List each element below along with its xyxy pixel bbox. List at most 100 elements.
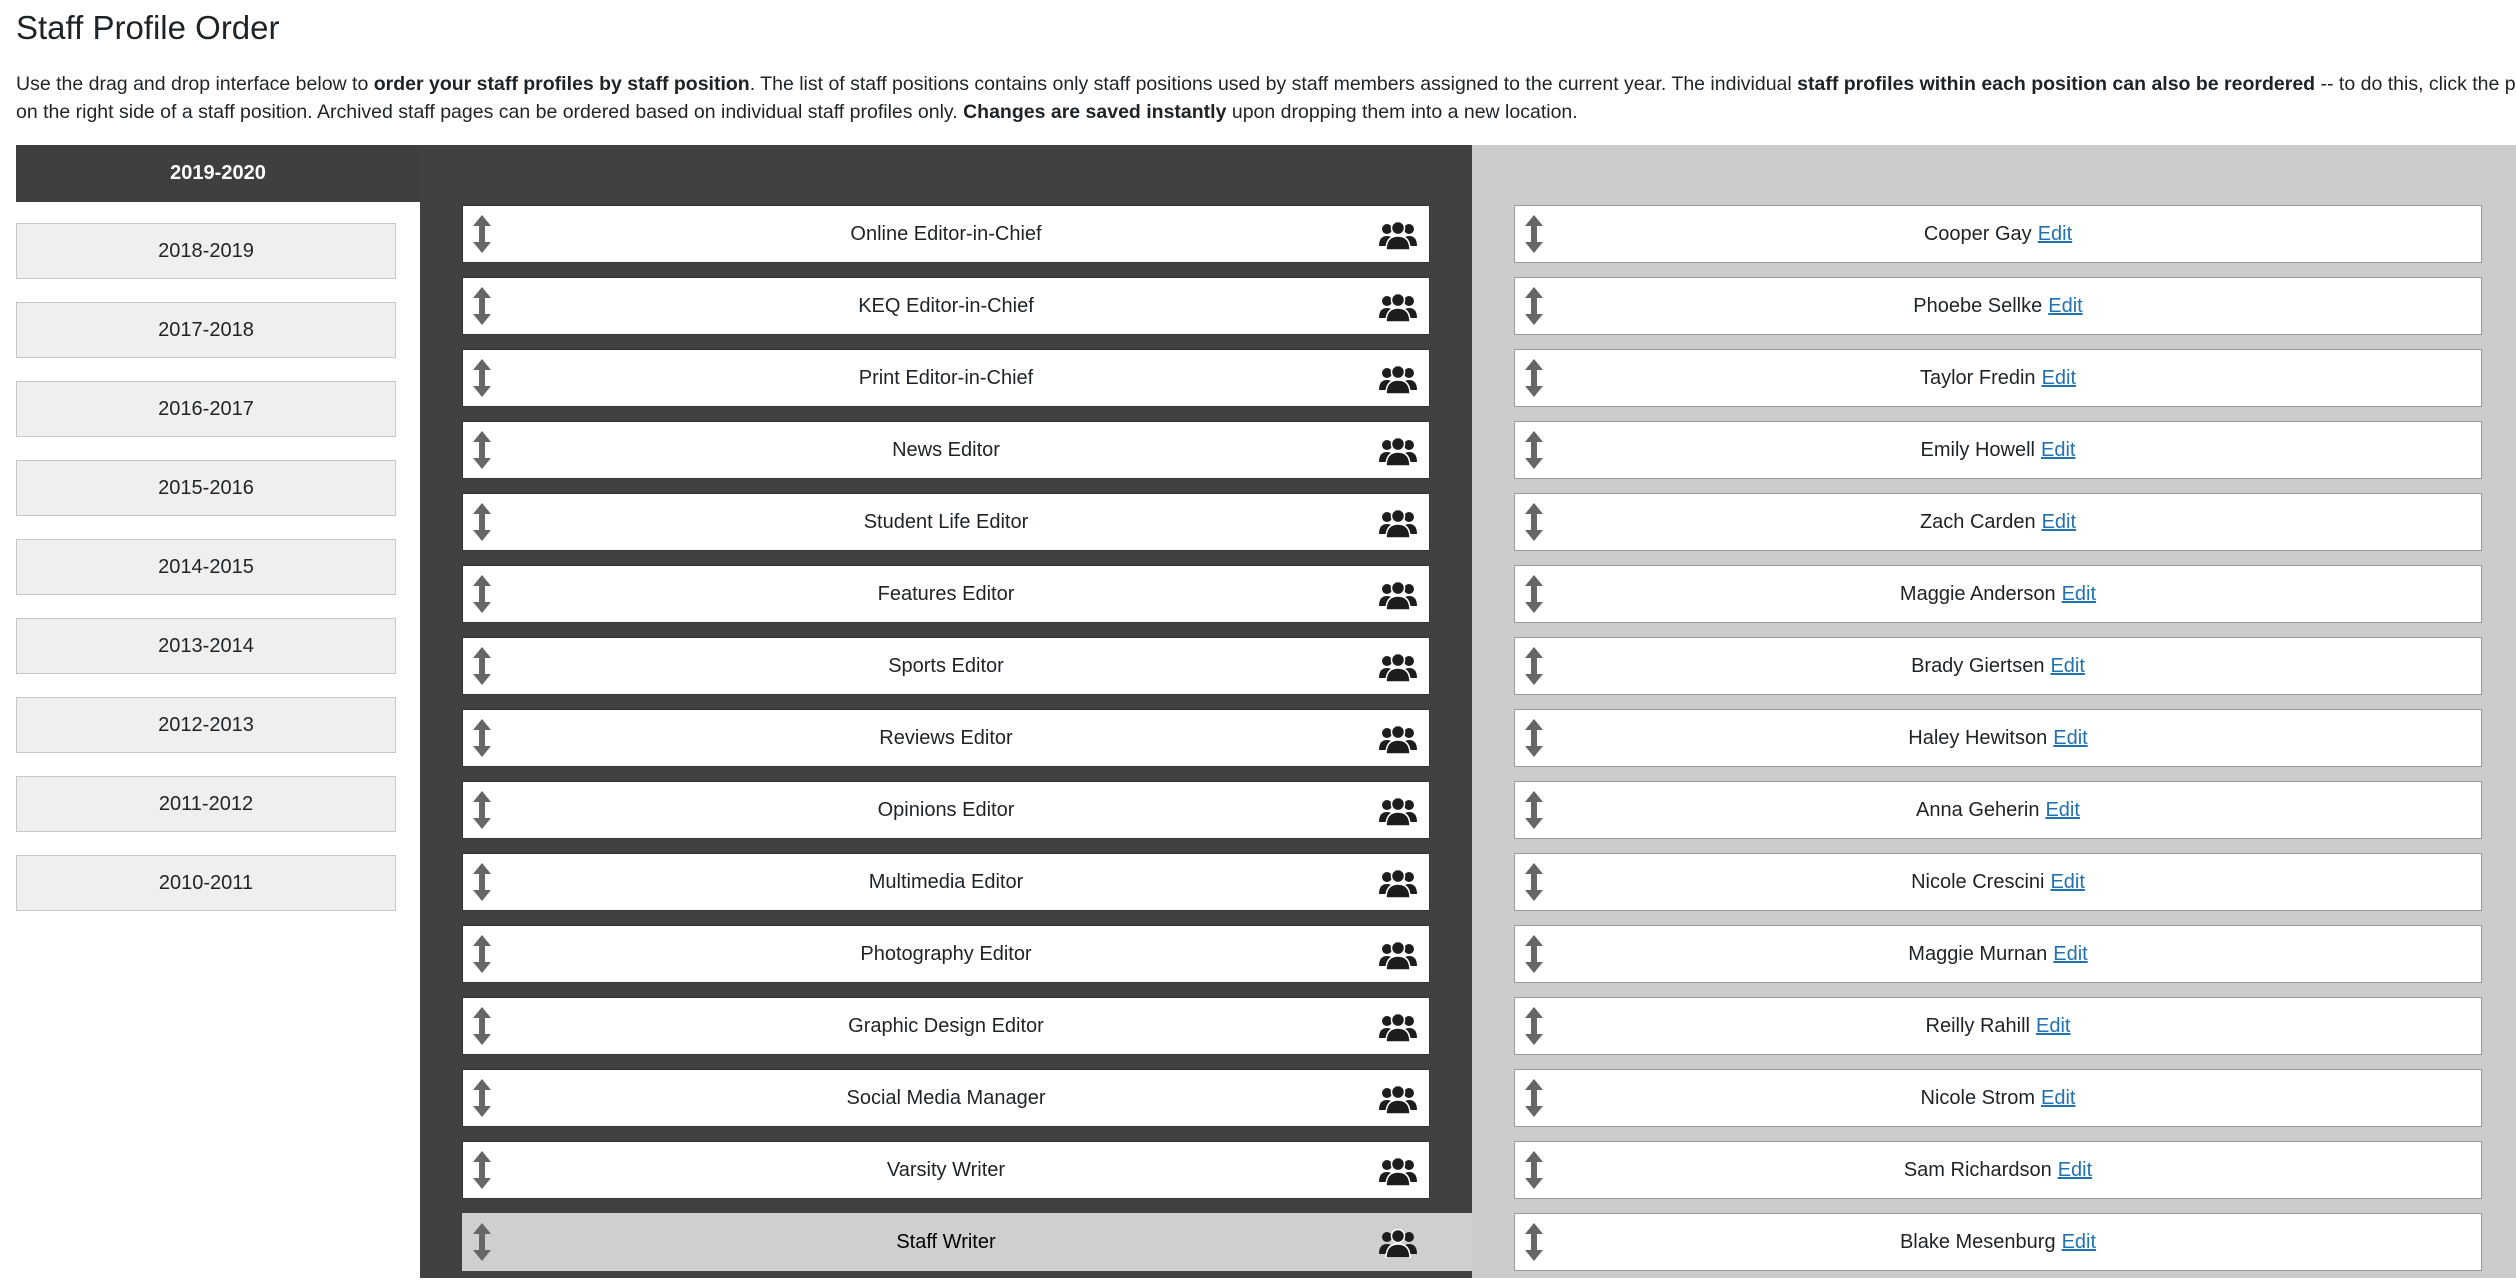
group-icon[interactable] xyxy=(1379,364,1417,395)
profile-row[interactable]: Phoebe Sellke Edit xyxy=(1514,277,2482,335)
position-row[interactable]: News Editor xyxy=(462,421,1430,479)
edit-link[interactable]: Edit xyxy=(2038,223,2072,246)
up-down-arrow-icon[interactable] xyxy=(469,430,495,470)
profile-row[interactable]: Emily Howell Edit xyxy=(1514,421,2482,479)
position-row[interactable]: Social Media Manager xyxy=(462,1069,1430,1127)
group-icon[interactable] xyxy=(1379,1156,1417,1187)
up-down-arrow-icon[interactable] xyxy=(469,790,495,830)
up-down-arrow-icon[interactable] xyxy=(1521,1078,1547,1118)
profile-row[interactable]: Blake Mesenburg Edit xyxy=(1514,1213,2482,1271)
profile-row[interactable]: Haley Hewitson Edit xyxy=(1514,709,2482,767)
profile-row[interactable]: Maggie Anderson Edit xyxy=(1514,565,2482,623)
edit-link[interactable]: Edit xyxy=(2048,295,2082,318)
up-down-arrow-icon[interactable] xyxy=(469,286,495,326)
edit-link[interactable]: Edit xyxy=(2062,583,2096,606)
year-item[interactable]: 2017-2018 xyxy=(16,302,396,358)
position-row[interactable]: Varsity Writer xyxy=(462,1141,1430,1199)
group-icon[interactable] xyxy=(1379,580,1417,611)
up-down-arrow-icon[interactable] xyxy=(1521,574,1547,614)
up-down-arrow-icon[interactable] xyxy=(1521,1222,1547,1262)
up-down-arrow-icon[interactable] xyxy=(469,358,495,398)
position-row[interactable]: Print Editor-in-Chief xyxy=(462,349,1430,407)
group-icon[interactable] xyxy=(1379,940,1417,971)
up-down-arrow-icon[interactable] xyxy=(469,1078,495,1118)
edit-link[interactable]: Edit xyxy=(2058,1159,2092,1182)
year-item[interactable]: 2014-2015 xyxy=(16,539,396,595)
group-icon[interactable] xyxy=(1379,652,1417,683)
up-down-arrow-icon[interactable] xyxy=(469,646,495,686)
up-down-arrow-icon[interactable] xyxy=(469,1222,495,1262)
up-down-arrow-icon[interactable] xyxy=(469,862,495,902)
year-item[interactable]: 2012-2013 xyxy=(16,697,396,753)
position-row[interactable]: Graphic Design Editor xyxy=(462,997,1430,1055)
group-icon[interactable] xyxy=(1379,436,1417,467)
position-row[interactable]: Staff Writer xyxy=(462,1213,1472,1271)
position-row[interactable]: Reviews Editor xyxy=(462,709,1430,767)
edit-link[interactable]: Edit xyxy=(2042,511,2076,534)
profile-row[interactable]: Taylor Fredin Edit xyxy=(1514,349,2482,407)
group-icon[interactable] xyxy=(1379,292,1417,323)
edit-link[interactable]: Edit xyxy=(2050,871,2084,894)
position-row[interactable]: KEQ Editor-in-Chief xyxy=(462,277,1430,335)
position-row[interactable]: Opinions Editor xyxy=(462,781,1430,839)
up-down-arrow-icon[interactable] xyxy=(1521,502,1547,542)
group-icon[interactable] xyxy=(1379,1084,1417,1115)
up-down-arrow-icon[interactable] xyxy=(469,574,495,614)
profile-row[interactable]: Zach Carden Edit xyxy=(1514,493,2482,551)
group-icon[interactable] xyxy=(1379,1228,1417,1259)
edit-link[interactable]: Edit xyxy=(2062,1231,2096,1254)
up-down-arrow-icon[interactable] xyxy=(1521,934,1547,974)
group-icon[interactable] xyxy=(1379,508,1417,539)
edit-link[interactable]: Edit xyxy=(2045,799,2079,822)
position-row[interactable]: Features Editor xyxy=(462,565,1430,623)
position-row[interactable]: Photography Editor xyxy=(462,925,1430,983)
edit-link[interactable]: Edit xyxy=(2053,727,2087,750)
edit-link[interactable]: Edit xyxy=(2036,1015,2070,1038)
profile-row[interactable]: Nicole Strom Edit xyxy=(1514,1069,2482,1127)
year-item[interactable]: 2016-2017 xyxy=(16,381,396,437)
up-down-arrow-icon[interactable] xyxy=(1521,214,1547,254)
up-down-arrow-icon[interactable] xyxy=(1521,718,1547,758)
group-icon[interactable] xyxy=(1379,796,1417,827)
edit-link[interactable]: Edit xyxy=(2050,655,2084,678)
up-down-arrow-icon[interactable] xyxy=(1521,790,1547,830)
profile-row[interactable]: Sam Richardson Edit xyxy=(1514,1141,2482,1199)
profile-row[interactable]: Anna Geherin Edit xyxy=(1514,781,2482,839)
year-item[interactable]: 2010-2011 xyxy=(16,855,396,911)
group-icon[interactable] xyxy=(1379,220,1417,251)
up-down-arrow-icon[interactable] xyxy=(1521,358,1547,398)
edit-link[interactable]: Edit xyxy=(2042,367,2076,390)
up-down-arrow-icon[interactable] xyxy=(1521,1150,1547,1190)
up-down-arrow-icon[interactable] xyxy=(1521,430,1547,470)
profile-row[interactable]: Nicole Crescini Edit xyxy=(1514,853,2482,911)
profile-row[interactable]: Maggie Murnan Edit xyxy=(1514,925,2482,983)
up-down-arrow-icon[interactable] xyxy=(1521,646,1547,686)
year-item[interactable]: 2018-2019 xyxy=(16,223,396,279)
profile-row[interactable]: Brady Giertsen Edit xyxy=(1514,637,2482,695)
up-down-arrow-icon[interactable] xyxy=(1521,286,1547,326)
up-down-arrow-icon[interactable] xyxy=(469,1150,495,1190)
edit-link[interactable]: Edit xyxy=(2041,439,2075,462)
up-down-arrow-icon[interactable] xyxy=(1521,862,1547,902)
position-row[interactable]: Multimedia Editor xyxy=(462,853,1430,911)
up-down-arrow-icon[interactable] xyxy=(469,934,495,974)
position-row[interactable]: Sports Editor xyxy=(462,637,1430,695)
up-down-arrow-icon[interactable] xyxy=(469,718,495,758)
active-year-tab[interactable]: 2019-2020 xyxy=(16,145,420,202)
edit-link[interactable]: Edit xyxy=(2053,943,2087,966)
up-down-arrow-icon[interactable] xyxy=(1521,1006,1547,1046)
year-item[interactable]: 2013-2014 xyxy=(16,618,396,674)
group-icon[interactable] xyxy=(1379,1012,1417,1043)
year-item[interactable]: 2011-2012 xyxy=(16,776,396,832)
position-row[interactable]: Online Editor-in-Chief xyxy=(462,205,1430,263)
profile-row[interactable]: Cooper Gay Edit xyxy=(1514,205,2482,263)
group-icon[interactable] xyxy=(1379,724,1417,755)
up-down-arrow-icon[interactable] xyxy=(469,214,495,254)
profile-row[interactable]: Reilly Rahill Edit xyxy=(1514,997,2482,1055)
edit-link[interactable]: Edit xyxy=(2041,1087,2075,1110)
group-icon[interactable] xyxy=(1379,868,1417,899)
year-item[interactable]: 2015-2016 xyxy=(16,460,396,516)
up-down-arrow-icon[interactable] xyxy=(469,1006,495,1046)
up-down-arrow-icon[interactable] xyxy=(469,502,495,542)
position-row[interactable]: Student Life Editor xyxy=(462,493,1430,551)
